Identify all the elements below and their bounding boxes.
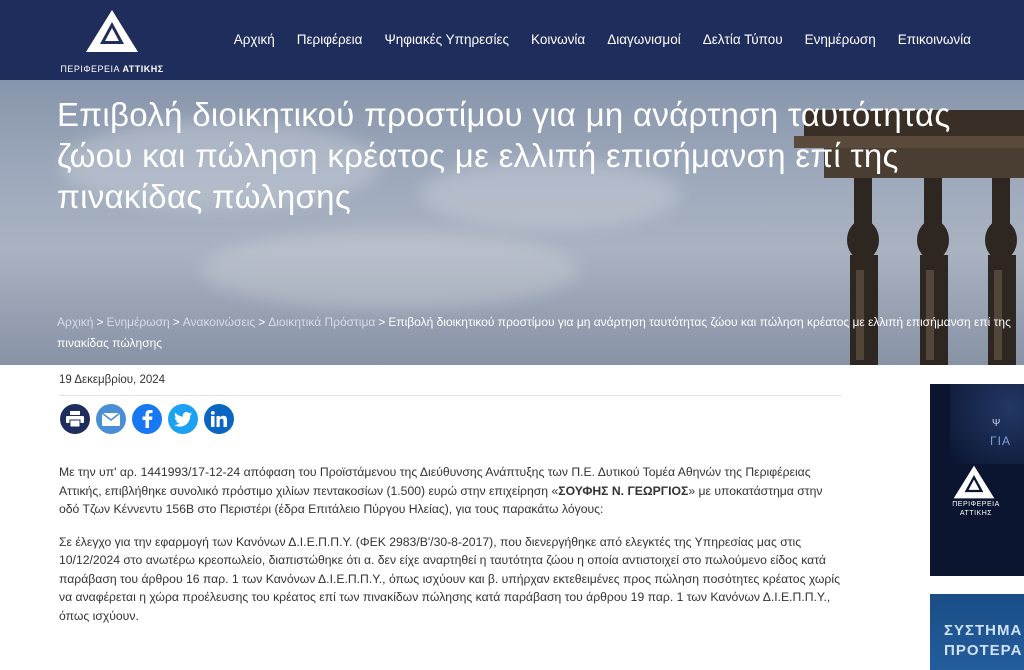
post-date: 19 Δεκεμβρίου, 2024 [59,374,166,386]
banner-line: ΠΡΟΤΕΡΑ [944,642,1023,659]
nav-item-press-releases[interactable]: Δελτία Τύπου [703,32,783,47]
sidebar-banner-system[interactable]: ΣΥΣΤΗΜΑ ΠΡΟΤΕΡΑ [930,594,1024,670]
banner-subheading: ΓΙΑ [990,434,1011,448]
breadcrumb-administrative-fines[interactable]: Διοικητικά Πρόστιμα [268,315,375,329]
banner-logo-icon [953,465,995,499]
nav-item-contact[interactable]: Επικοινωνία [898,32,971,47]
nav-item-home[interactable]: Αρχική [234,32,275,47]
banner-line: ΣΥΣΤΗΜΑ [944,622,1023,639]
nav-item-digital-services[interactable]: Ψηφιακές Υπηρεσίες [385,32,510,47]
nav-item-region[interactable]: Περιφέρεια [297,32,363,47]
breadcrumb-announcements[interactable]: Ανακοινώσεις [183,315,256,329]
print-icon [66,411,84,427]
site-header: ΠΕΡΙΦΕΡΕΙΑ ΑΤΤΙΚΗΣ Αρχική Περιφέρεια Ψηφ… [0,0,1024,80]
page-title: Επιβολή διοικητικού προστίμου για μη ανά… [57,94,1024,217]
logo-label: ΠΕΡΙΦΕΡΕΙΑ ΑΤΤΙΚΗΣ [56,64,168,74]
logo-label-region: ΠΕΡΙΦΕΡΕΙΑ [60,64,120,74]
email-share-button[interactable] [96,404,126,434]
email-icon [102,412,120,426]
linkedin-share-button[interactable] [204,404,234,434]
share-buttons [60,404,234,434]
facebook-share-button[interactable] [132,404,162,434]
breadcrumb: Αρχική > Ενημέρωση > Ανακοινώσεις > Διοικητικά… [57,312,1024,354]
divider [59,395,842,396]
hero-banner: Επιβολή διοικητικού προστίμου για μη ανά… [0,80,1024,365]
twitter-share-button[interactable] [168,404,198,434]
facebook-icon [142,410,153,428]
breadcrumb-separator: > [258,315,266,329]
page-title-line: πινακίδας πώλησης [57,178,352,215]
breadcrumb-separator: > [172,315,180,329]
breadcrumb-separator: > [378,315,386,329]
banner-heading: Ψ [992,418,1002,429]
business-name: ΣΟΥΦΗΣ Ν. ΓΕΩΡΓΙΟΣ [558,483,689,498]
sidebar-banner-digital-services[interactable]: Ψ ΓΙΑ ΠΕΡΙΦΕΡΕΙΑ ΑΤΤΙΚΗΣ [930,384,1024,576]
banner-glow [950,384,1024,464]
nav-item-society[interactable]: Κοινωνία [531,32,585,47]
linkedin-icon [211,411,227,427]
main-nav: Αρχική Περιφέρεια Ψηφιακές Υπηρεσίες Κοι… [212,32,971,47]
nav-item-tenders[interactable]: Διαγωνισμοί [607,32,680,47]
article-paragraph: Με την υπ' αρ. 1441993/17-12-24 απόφαση … [59,463,842,519]
article-body: Με την υπ' αρ. 1441993/17-12-24 απόφαση … [59,463,842,639]
page-title-line: ζώου και πώληση κρέατος με ελλιπή επισήμ… [57,137,899,174]
breadcrumb-separator: > [96,315,104,329]
breadcrumb-home[interactable]: Αρχική [57,315,93,329]
banner-logo-label: ΠΕΡΙΦΕΡΕΙΑ ΑΤΤΙΚΗΣ [936,500,1016,518]
breadcrumb-news[interactable]: Ενημέρωση [106,315,169,329]
banner-logo-label-line: ΑΤΤΙΚΗΣ [959,510,993,517]
nav-item-news[interactable]: Ενημέρωση [805,32,876,47]
logo-label-attica: ΑΤΤΙΚΗΣ [122,64,164,74]
logo-triangle-icon [86,10,138,52]
site-logo[interactable]: ΠΕΡΙΦΕΡΕΙΑ ΑΤΤΙΚΗΣ [56,8,168,76]
banner-logo-label-line: ΠΕΡΙΦΕΡΕΙΑ [952,501,1000,508]
twitter-icon [174,411,192,427]
page-title-line: Επιβολή διοικητικού προστίμου για μη ανά… [57,96,951,133]
print-button[interactable] [60,404,90,434]
article-paragraph: Σε έλεγχο για την εφαρμογή των Κανόνων Δ… [59,534,840,623]
